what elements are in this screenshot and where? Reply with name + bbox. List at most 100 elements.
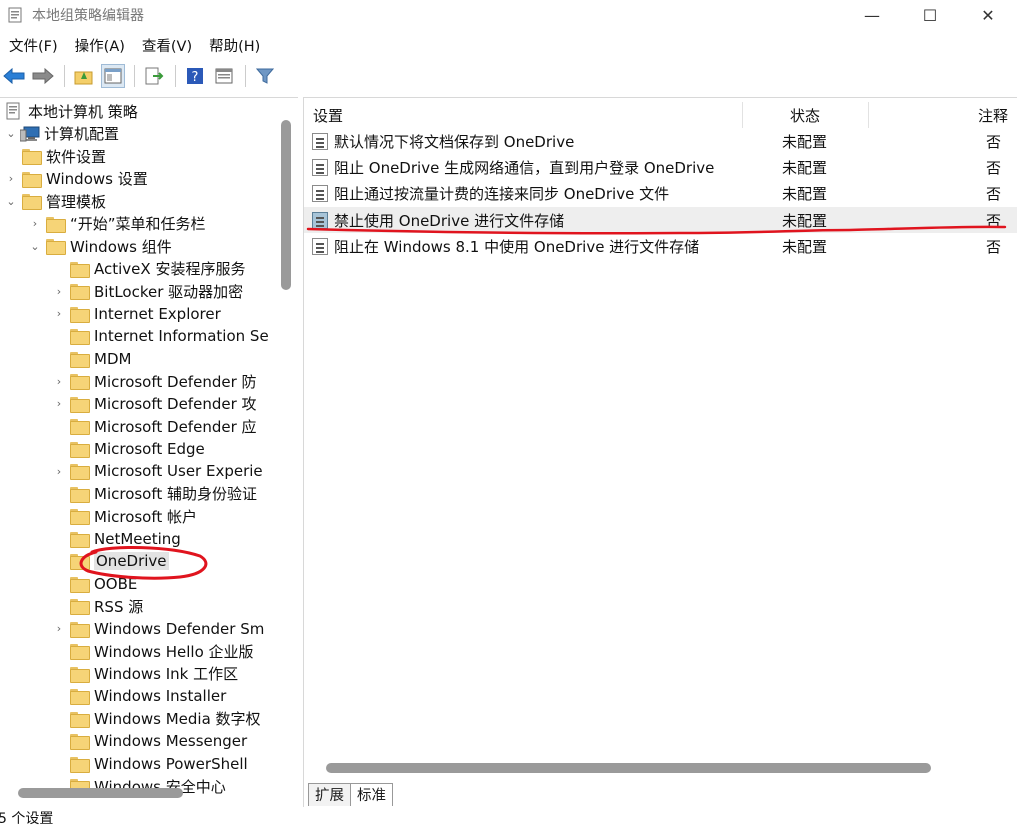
tree-item[interactable]: OOBE: [0, 573, 278, 595]
tab-standard[interactable]: 标准: [350, 783, 393, 806]
setting-row[interactable]: 阻止 OneDrive 生成网络通信，直到用户登录 OneDrive 未配置 否: [304, 154, 1017, 180]
chevron-right-icon[interactable]: ›: [54, 622, 64, 635]
tree-item-label: ActiveX 安装程序服务: [94, 260, 246, 278]
maximize-button[interactable]: ☐: [901, 0, 959, 30]
chevron-right-icon[interactable]: ›: [54, 465, 64, 478]
menu-help[interactable]: 帮助(H): [200, 35, 268, 56]
tree-item[interactable]: › Internet Explorer: [0, 303, 278, 325]
tree-item[interactable]: › Windows 设置: [0, 168, 278, 190]
tree-item[interactable]: Windows PowerShell: [0, 753, 278, 775]
setting-note: 否: [986, 159, 1002, 178]
filter-button[interactable]: [253, 64, 277, 88]
tree-item[interactable]: Microsoft 帐户: [0, 505, 278, 527]
tree-item[interactable]: Internet Information Se: [0, 325, 278, 347]
forward-button[interactable]: [31, 64, 55, 88]
folder-icon: [22, 194, 42, 210]
folder-icon: [70, 261, 90, 278]
setting-row[interactable]: 禁止使用 OneDrive 进行文件存储 未配置 否: [304, 206, 1017, 233]
tree-item-label: Windows Media 数字权: [94, 710, 261, 728]
tree-item-label: 本地计算机 策略: [28, 102, 138, 121]
close-icon: ✕: [981, 5, 995, 25]
tree-item-label: Internet Explorer: [94, 304, 221, 323]
tree-item[interactable]: › BitLocker 驱动器加密: [0, 280, 278, 302]
tree-item-label: Windows Hello 企业版: [94, 642, 254, 661]
folder-icon: [46, 239, 66, 255]
column-header-note[interactable]: 注释: [978, 105, 1008, 126]
chevron-right-icon[interactable]: ›: [54, 285, 64, 298]
tree-item[interactable]: Microsoft Defender 应: [0, 415, 278, 437]
setting-row[interactable]: 阻止在 Windows 8.1 中使用 OneDrive 进行文件存储 未配置 否: [304, 233, 1017, 259]
tree-item[interactable]: NetMeeting: [0, 528, 278, 550]
folder-icon: [70, 396, 90, 413]
tree-item[interactable]: 软件设置: [0, 145, 278, 167]
chevron-right-icon[interactable]: ›: [54, 397, 64, 410]
setting-state: 未配置: [782, 159, 828, 178]
toolbar-separator: [175, 65, 176, 87]
tree-item[interactable]: Windows Media 数字权: [0, 708, 278, 730]
tree-item[interactable]: Windows Messenger: [0, 730, 278, 752]
menu-view[interactable]: 查看(V): [133, 35, 200, 56]
setting-note: 否: [986, 185, 1002, 204]
chevron-down-icon[interactable]: ⌄: [6, 127, 16, 140]
setting-state: 未配置: [782, 133, 828, 151]
tree-item[interactable]: Microsoft Edge: [0, 438, 278, 460]
tree-item[interactable]: ActiveX 安装程序服务: [0, 258, 278, 280]
chevron-right-icon[interactable]: ›: [6, 172, 16, 185]
folder-icon: [70, 419, 90, 435]
tree-item[interactable]: Microsoft 辅助身份验证: [0, 483, 278, 505]
setting-row[interactable]: 默认情况下将文档保存到 OneDrive 未配置 否: [304, 128, 1017, 154]
setting-row[interactable]: 阻止通过按流量计费的连接来同步 OneDrive 文件 未配置 否: [304, 180, 1017, 206]
tab-extended[interactable]: 扩展: [308, 783, 351, 806]
tree-horizontal-scrollbar[interactable]: [18, 788, 183, 798]
minimize-button[interactable]: —: [843, 0, 901, 30]
menu-file[interactable]: 文件(F): [0, 35, 66, 56]
list-horizontal-scrollbar[interactable]: [326, 763, 931, 773]
tree-item[interactable]: Windows Hello 企业版: [0, 640, 278, 662]
properties-button[interactable]: [212, 64, 236, 88]
folder-icon: [70, 711, 90, 728]
tree-item[interactable]: › Microsoft User Experie: [0, 460, 278, 482]
tree-item-label: Windows Ink 工作区: [94, 665, 239, 683]
column-header-state[interactable]: 状态: [790, 105, 820, 126]
back-button[interactable]: [2, 64, 26, 88]
tree-item[interactable]: ⌄ 管理模板: [0, 190, 278, 212]
column-divider[interactable]: [742, 102, 743, 128]
menu-action[interactable]: 操作(A): [66, 35, 133, 56]
tree-item[interactable]: › Microsoft Defender 攻: [0, 393, 278, 415]
policy-setting-icon: [312, 185, 328, 203]
tree-item-label: Windows 设置: [46, 170, 148, 188]
tree-vertical-scrollbar[interactable]: [281, 120, 291, 290]
tree-item[interactable]: › Microsoft Defender 防: [0, 370, 278, 392]
tree-item-label: Microsoft Defender 应: [94, 417, 257, 436]
chevron-down-icon[interactable]: ⌄: [6, 195, 16, 208]
chevron-right-icon[interactable]: ›: [54, 375, 64, 388]
show-hide-tree-button[interactable]: [101, 64, 125, 88]
tree-item[interactable]: MDM: [0, 348, 278, 370]
tree-item[interactable]: 本地计算机 策略: [0, 100, 278, 122]
tree-item[interactable]: ⌄ 计算机配置: [0, 123, 278, 145]
tree-item[interactable]: ⌄ Windows 组件: [0, 235, 278, 257]
up-level-button[interactable]: [72, 64, 96, 88]
close-button[interactable]: ✕: [959, 0, 1017, 30]
tab-extended-label: 扩展: [315, 787, 344, 804]
column-header-setting[interactable]: 设置: [313, 105, 343, 126]
setting-name: 禁止使用 OneDrive 进行文件存储: [334, 211, 565, 230]
setting-name: 阻止 OneDrive 生成网络通信，直到用户登录 OneDrive: [334, 159, 715, 178]
tree-item[interactable]: › Windows Defender Sm: [0, 618, 278, 640]
tree-item-label: RSS 源: [94, 597, 144, 616]
tree-item-label: Internet Information Se: [94, 327, 269, 345]
properties-icon: [215, 68, 233, 84]
column-divider[interactable]: [868, 102, 869, 128]
tree-item[interactable]: › “开始”菜单和任务栏: [0, 213, 278, 235]
folder-icon: [70, 621, 90, 638]
chevron-right-icon[interactable]: ›: [54, 307, 64, 320]
chevron-right-icon[interactable]: ›: [30, 217, 40, 230]
tree-item[interactable]: Windows Installer: [0, 685, 278, 707]
help-button[interactable]: ?: [183, 64, 207, 88]
export-list-button[interactable]: [142, 64, 166, 88]
chevron-down-icon[interactable]: ⌄: [30, 240, 40, 253]
folder-icon: [22, 171, 42, 188]
tree-item[interactable]: RSS 源: [0, 595, 278, 617]
tree-item[interactable]: Windows Ink 工作区: [0, 663, 278, 685]
tree-item[interactable]: OneDrive: [0, 550, 278, 572]
